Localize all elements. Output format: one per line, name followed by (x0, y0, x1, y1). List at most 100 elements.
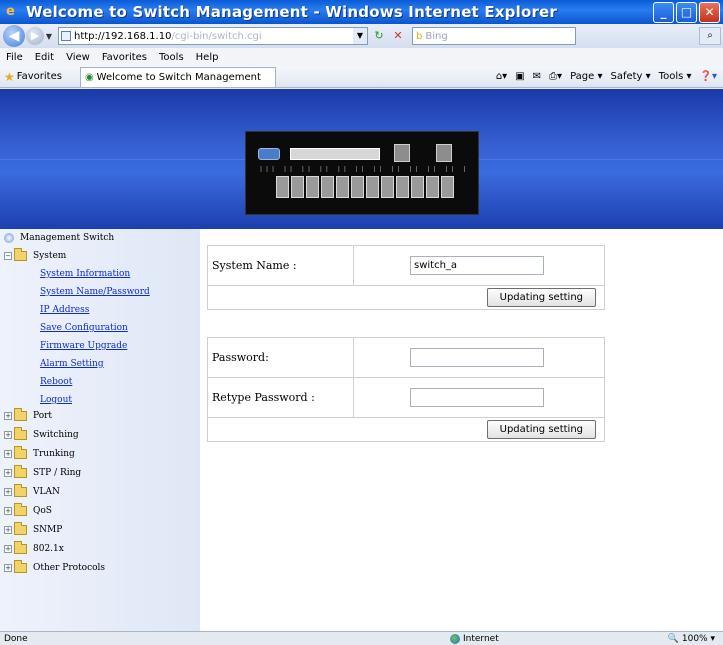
menu-help[interactable]: Help (196, 52, 219, 63)
menu-favorites[interactable]: Favorites (102, 52, 147, 63)
page-content: ||| || || || || || || || || || || || Man… (0, 89, 723, 631)
folder-label: System (33, 251, 67, 261)
stop-icon[interactable]: ✕ (390, 28, 406, 44)
search-icon[interactable]: ⌕ (699, 27, 721, 45)
folder-icon (14, 541, 27, 554)
refresh-icon[interactable]: ↻ (371, 28, 387, 44)
favorites-label[interactable]: Favorites (17, 71, 62, 82)
folder-label: Port (33, 411, 53, 421)
menu-file[interactable]: File (6, 52, 23, 63)
safety-menu[interactable]: Safety ▾ (610, 71, 650, 82)
link-logout[interactable]: Logout (40, 395, 72, 405)
sidebar-tree: Management Switch − System System Inform… (0, 229, 200, 631)
expand-icon[interactable]: + (4, 431, 12, 439)
folder-8021x[interactable]: + 802.1x (4, 541, 64, 554)
password-input[interactable] (410, 348, 544, 367)
port (306, 176, 319, 198)
folder-vlan[interactable]: + VLAN (4, 484, 60, 497)
collapse-icon[interactable]: − (4, 252, 12, 260)
expand-icon[interactable]: + (4, 545, 12, 553)
expand-icon[interactable]: + (4, 450, 12, 458)
folder-port[interactable]: + Port (4, 408, 53, 421)
folder-icon (14, 408, 27, 421)
url-path: /cgi-bin/switch.cgi (171, 30, 262, 42)
maximize-button[interactable]: □ (676, 2, 697, 23)
tab-title: Welcome to Switch Management (96, 71, 261, 83)
expand-icon[interactable]: + (4, 488, 12, 496)
expand-icon[interactable]: + (4, 564, 12, 572)
favorites-star-icon[interactable]: ★ (4, 70, 15, 84)
address-row: ◀ ▶ ▼ http://192.168.1.10 /cgi-bin/switc… (0, 24, 723, 48)
globe-icon (450, 633, 460, 644)
zone-label: Internet (463, 633, 499, 644)
link-reboot[interactable]: Reboot (40, 377, 72, 387)
feeds-icon[interactable]: ▣ (515, 71, 524, 82)
update-password-button[interactable]: Updating setting (486, 420, 596, 439)
folder-label: QoS (33, 506, 52, 516)
system-name-input[interactable]: switch_a (410, 256, 544, 275)
folder-system[interactable]: − System (4, 248, 67, 261)
tree-root[interactable]: Management Switch (4, 233, 114, 243)
folder-label: Switching (33, 430, 79, 440)
address-dropdown-icon[interactable]: ▼ (353, 28, 367, 44)
page-icon (61, 31, 71, 41)
minimize-button[interactable]: _ (653, 2, 674, 23)
tab-page-icon: ◉ (84, 71, 94, 83)
folder-label: Other Protocols (33, 563, 106, 573)
console-port (258, 148, 280, 160)
retype-password-label: Retype Password : (207, 377, 354, 418)
command-bar: ⌂▾ ▣ ✉ ⎙▾ Page ▾ Safety ▾ Tools ▾ ❓▾ (496, 71, 723, 82)
back-button[interactable]: ◀ (3, 25, 25, 47)
folder-stp-ring[interactable]: + STP / Ring (4, 465, 81, 478)
folder-icon (14, 427, 27, 440)
folder-icon (14, 484, 27, 497)
link-firmware-upgrade[interactable]: Firmware Upgrade (40, 341, 127, 351)
expand-icon[interactable]: + (4, 412, 12, 420)
close-button[interactable]: ✕ (699, 2, 720, 23)
home-icon[interactable]: ⌂▾ (496, 71, 507, 82)
menu-edit[interactable]: Edit (35, 52, 54, 63)
folder-open-icon (14, 248, 27, 261)
status-text: Done (4, 633, 28, 644)
folder-icon (14, 503, 27, 516)
folder-switching[interactable]: + Switching (4, 427, 79, 440)
folder-icon (14, 446, 27, 459)
update-system-name-button[interactable]: Updating setting (486, 288, 596, 307)
search-placeholder: Bing (425, 30, 448, 42)
expand-icon[interactable]: + (4, 526, 12, 534)
link-system-name-password[interactable]: System Name/Password (40, 287, 150, 297)
history-dropdown-icon[interactable]: ▼ (44, 32, 54, 41)
port (336, 176, 349, 198)
folder-label: Trunking (33, 449, 75, 459)
zoom-level[interactable]: 🔍 100% ▾ (668, 634, 715, 644)
mail-icon[interactable]: ✉ (533, 71, 541, 82)
retype-password-input[interactable] (410, 388, 544, 407)
help-icon[interactable]: ❓▾ (700, 71, 717, 82)
port (351, 176, 364, 198)
menu-view[interactable]: View (66, 52, 90, 63)
expand-icon[interactable]: + (4, 507, 12, 515)
tree-root-label: Management Switch (20, 233, 115, 243)
password-form: Password: Retype Password : Updating set… (207, 337, 605, 442)
folder-qos[interactable]: + QoS (4, 503, 52, 516)
menu-tools[interactable]: Tools (159, 52, 184, 63)
search-input[interactable]: b Bing (412, 27, 576, 45)
page-menu[interactable]: Page ▾ (570, 71, 602, 82)
forward-button[interactable]: ▶ (26, 27, 44, 45)
tools-menu[interactable]: Tools ▾ (659, 71, 692, 82)
uplink-port (394, 144, 410, 162)
port-labels: ||| || || || || || || || || || || || (260, 166, 470, 172)
address-bar[interactable]: http://192.168.1.10 /cgi-bin/switch.cgi … (58, 27, 368, 45)
link-system-information[interactable]: System Information (40, 269, 130, 279)
print-icon[interactable]: ⎙▾ (549, 71, 562, 82)
browser-tab[interactable]: ◉ Welcome to Switch Management (79, 66, 276, 87)
folder-snmp[interactable]: + SNMP (4, 522, 62, 535)
folder-label: 802.1x (33, 544, 64, 554)
link-alarm-setting[interactable]: Alarm Setting (40, 359, 104, 369)
link-save-configuration[interactable]: Save Configuration (40, 323, 128, 333)
link-ip-address[interactable]: IP Address (40, 305, 89, 315)
folder-other-protocols[interactable]: + Other Protocols (4, 560, 106, 573)
expand-icon[interactable]: + (4, 469, 12, 477)
zoom-value: 100% (681, 633, 708, 644)
folder-trunking[interactable]: + Trunking (4, 446, 75, 459)
